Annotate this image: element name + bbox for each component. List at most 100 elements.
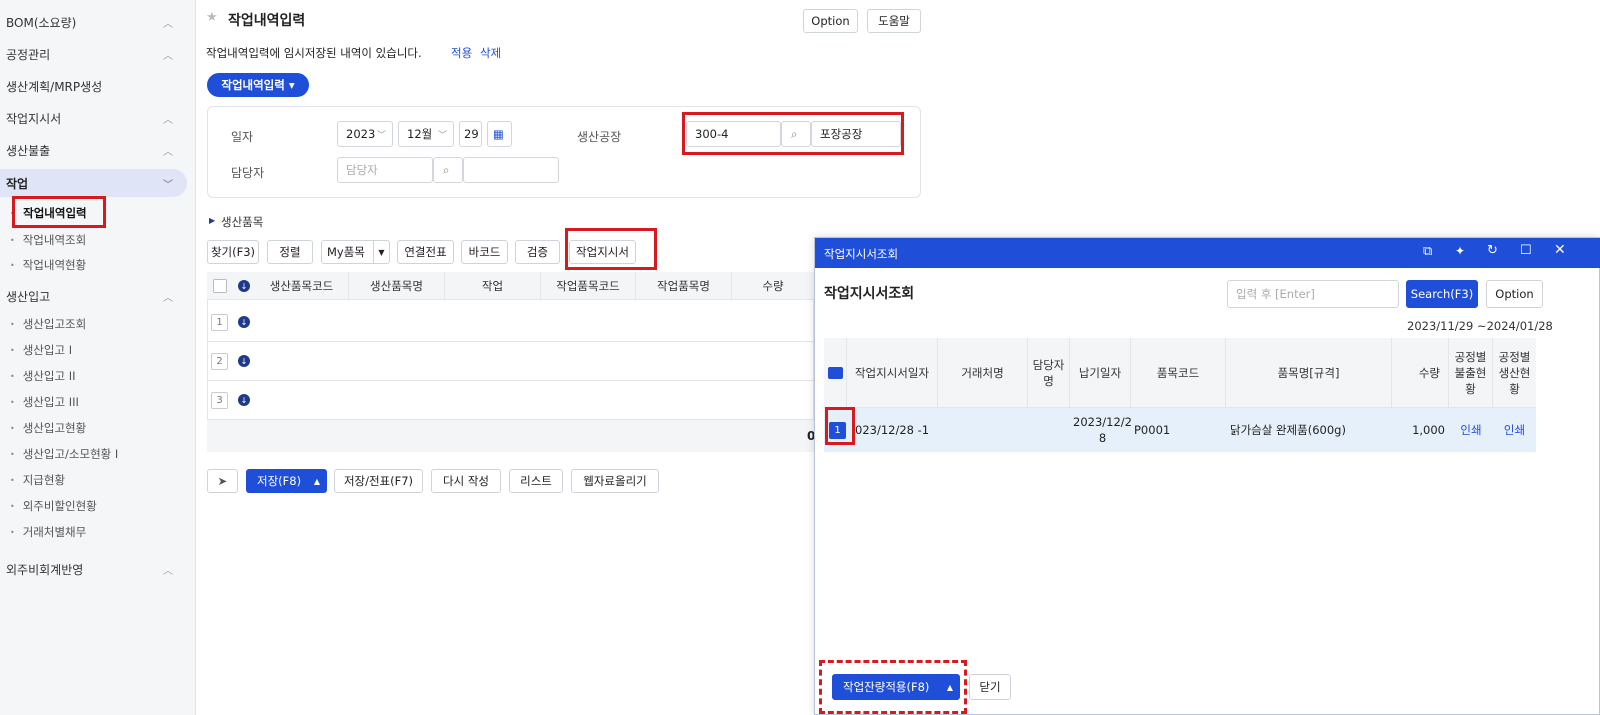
sidebar-subitem-work-query[interactable]: • 작업내역조회 [0,229,86,251]
search-icon[interactable]: ⌕ [433,157,463,183]
help-button[interactable]: 도움말 [867,9,921,33]
find-button[interactable]: 찾기(F3) [207,240,259,264]
download-icon[interactable]: ↓ [238,316,250,328]
caret-up-icon[interactable]: ▲ [314,477,320,486]
pin-icon[interactable]: ✦ [1455,244,1465,258]
column-header[interactable]: 공정별생산현황 [1493,338,1536,408]
caret-right-icon[interactable]: ▶ [209,216,215,225]
factory-code-input[interactable]: 300-4 [686,121,781,147]
column-header[interactable]: 담당자명 [1028,338,1070,408]
column-header[interactable]: 수량 [732,272,814,300]
column-header[interactable]: 수량 [1392,338,1449,408]
chevron-down-icon: ﹀ [437,130,447,141]
apply-remaining-button[interactable]: 작업잔량적용(F8) ▲ [832,674,960,700]
sidebar-item-mrp[interactable]: 생산계획/MRP생성 [0,72,187,100]
search-icon[interactable]: ⌕ [781,121,811,147]
save-slip-button[interactable]: 저장/전표(F7) [334,469,423,493]
list-button[interactable]: 리스트 [509,469,563,493]
rewrite-button[interactable]: 다시 작성 [431,469,501,493]
modal-search-button[interactable]: Search(F3) [1406,280,1478,308]
chevron-up-icon: ︿ [163,19,173,30]
maximize-icon[interactable]: ☐ [1520,243,1532,258]
delete-link[interactable]: 삭제 [480,45,501,61]
chevron-up-icon: ︿ [163,566,173,577]
save-button[interactable]: 저장(F8) ▲ [246,469,327,493]
sidebar-subitem-prod-8[interactable]: • 외주비할인현황 [0,495,97,517]
option-button[interactable]: Option [803,9,858,33]
column-header[interactable]: 거래처명 [938,338,1028,408]
sidebar-subitem-prod-1[interactable]: • 생산입고조회 [0,313,86,335]
work-order-button[interactable]: 작업지시서 [569,240,636,264]
sidebar-subitem-prod-3[interactable]: • 생산입고 II [0,365,75,387]
column-header[interactable]: 생산품목명 [349,272,445,300]
column-header[interactable]: 작업품목코드 [541,272,636,300]
caret-down-icon[interactable]: ▼ [373,241,389,263]
web-upload-button[interactable]: 웹자료올리기 [571,469,659,493]
cell-prod-print-link[interactable]: 인쇄 [1493,408,1536,452]
row-number[interactable]: 1 [829,422,846,439]
download-icon[interactable]: ↓ [238,280,250,292]
column-header[interactable]: 품목명[규격] [1226,338,1392,408]
sidebar-item-production[interactable]: 생산입고 ︿ [0,282,187,310]
factory-name-input[interactable]: 포장공장 [811,121,901,147]
column-header[interactable]: 생산품목코드 [255,272,349,300]
linked-slip-button[interactable]: 연결전표 [397,240,454,264]
sidebar-subitem-prod-6[interactable]: • 생산입고/소모현황 I [0,443,118,465]
sidebar-subitem-prod-9[interactable]: • 거래처별채무 [0,521,86,543]
person-name-input[interactable] [463,157,559,183]
modal-close-button[interactable]: 닫기 [969,674,1011,700]
verify-button[interactable]: 검증 [515,240,560,264]
sidebar-subitem-prod-5[interactable]: • 생산입고현황 [0,417,86,439]
sidebar-subitem-prod-4[interactable]: • 생산입고 III [0,391,79,413]
modal-search-input[interactable]: 입력 후 [Enter] [1227,280,1399,308]
modal-date-range: 2023/11/29 ~2024/01/28 [1407,319,1553,333]
caret-up-icon[interactable]: ▲ [947,683,953,692]
page-title: 작업내역입력 [228,13,306,29]
sidebar-subitem-prod-2[interactable]: • 생산입고 I [0,339,72,361]
select-all-checkbox[interactable] [213,279,227,293]
cell-issue-print-link[interactable]: 인쇄 [1449,408,1493,452]
my-item-button[interactable]: My품목 ▼ [321,240,390,264]
sidebar-item-process[interactable]: 공정관리 ︿ [0,40,187,68]
month-select[interactable]: 12월 ﹀ [398,121,454,147]
popout-icon[interactable]: ⧉ [1423,244,1432,259]
mode-dropdown-button[interactable]: 작업내역입력 ▾ [207,73,309,97]
sidebar-item-issue[interactable]: 생산불출 ︿ [0,136,187,164]
row-number: 1 [211,314,228,331]
column-header[interactable]: 품목코드 [1131,338,1226,408]
barcode-button[interactable]: 바코드 [461,240,508,264]
cell-order-date: 023/12/28 -1 [855,423,930,437]
column-header[interactable]: 작업품목명 [636,272,732,300]
select-all-checkbox[interactable] [827,367,843,379]
chevron-down-icon: ﹀ [163,180,173,191]
download-icon[interactable]: ↓ [238,355,250,367]
download-icon[interactable]: ↓ [238,394,250,406]
sidebar-item-bom[interactable]: BOM(소요량) ︿ [0,8,187,36]
column-header[interactable]: 납기일자 [1070,338,1131,408]
close-icon[interactable]: ✕ [1554,242,1566,258]
send-icon[interactable]: ➤ [207,469,238,493]
sidebar-item-outsourcing[interactable]: 외주비회계반영 ︿ [0,555,187,583]
cell-item-code: P0001 [1134,423,1171,437]
column-header[interactable]: 작업지시서일자 [847,338,938,408]
person-code-input[interactable]: 담당자 [337,157,433,183]
star-icon[interactable]: ★ [206,10,218,25]
sidebar-item-work-order[interactable]: 작업지시서 ︿ [0,104,187,132]
year-select[interactable]: 2023 ﹀ [337,121,393,147]
sidebar-subitem-work-entry[interactable]: • 작업내역입력 [0,202,87,224]
modal-option-button[interactable]: Option [1486,280,1543,308]
cell-item-name: 닭가슴살 완제품(600g) [1230,423,1346,437]
column-header[interactable]: 작업 [445,272,541,300]
day-input[interactable]: 29 [459,121,482,147]
sidebar-subitem-work-status[interactable]: • 작업내역현황 [0,254,86,276]
sidebar-subitem-prod-7[interactable]: • 지급현황 [0,469,65,491]
refresh-icon[interactable]: ↻ [1487,243,1498,258]
sidebar-item-work[interactable]: 작업 ﹀ [0,169,187,197]
search-form-panel [207,106,921,198]
person-label: 담당자 [231,166,265,180]
apply-link[interactable]: 적용 [451,45,472,61]
column-header[interactable]: 공정별불출현황 [1449,338,1493,408]
calendar-icon[interactable]: ▦ [487,121,512,147]
cell-person [1028,408,1070,452]
sort-button[interactable]: 정렬 [267,240,313,264]
